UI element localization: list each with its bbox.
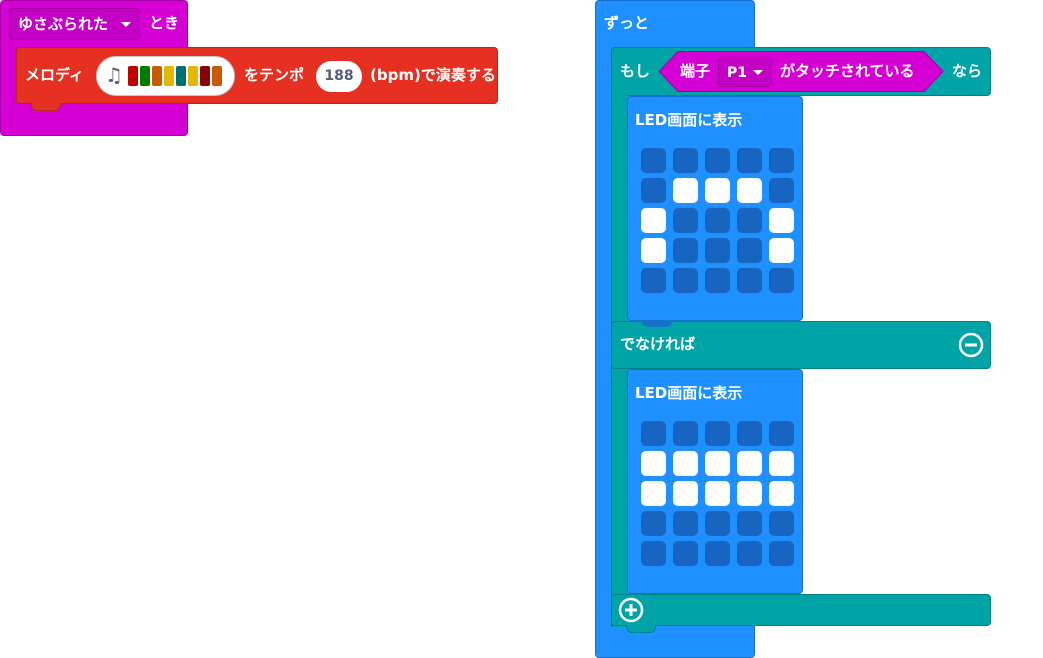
led-cell[interactable]: [673, 238, 698, 263]
melody-field[interactable]: ♫: [96, 56, 235, 96]
led-cell[interactable]: [641, 148, 666, 173]
tempo-input[interactable]: 188: [316, 61, 362, 92]
led-cell[interactable]: [705, 511, 730, 536]
led-cell[interactable]: [705, 451, 730, 476]
led-cell[interactable]: [673, 451, 698, 476]
if-else-footer-notch: [626, 625, 656, 633]
led-cell[interactable]: [769, 178, 794, 203]
melody-note: [176, 66, 186, 86]
led-cell[interactable]: [737, 481, 762, 506]
led-cell[interactable]: [641, 481, 666, 506]
plus-circle-icon[interactable]: [618, 597, 644, 623]
led-cell[interactable]: [705, 208, 730, 233]
if-else-footer: [611, 594, 991, 626]
led-cell[interactable]: [769, 148, 794, 173]
led-cell[interactable]: [641, 268, 666, 293]
tempo-label: をテンポ: [244, 66, 305, 84]
led-cell[interactable]: [737, 451, 762, 476]
led-cell[interactable]: [673, 421, 698, 446]
led-cell[interactable]: [769, 208, 794, 233]
melody-note: [140, 66, 150, 86]
led-cell[interactable]: [769, 481, 794, 506]
show-leds-label-if: LED画面に表示: [635, 111, 743, 129]
led-cell[interactable]: [673, 268, 698, 293]
led-cell[interactable]: [641, 541, 666, 566]
led-cell[interactable]: [737, 511, 762, 536]
melody-note: [128, 66, 138, 86]
led-cell[interactable]: [769, 511, 794, 536]
melody-prefix-label: メロディ: [25, 66, 84, 84]
led-cell[interactable]: [769, 421, 794, 446]
led-cell[interactable]: [737, 208, 762, 233]
led-cell[interactable]: [769, 541, 794, 566]
melody-note: [164, 66, 174, 86]
led-cell[interactable]: [769, 451, 794, 476]
show-leds-if-notch: [642, 321, 672, 327]
led-cell[interactable]: [737, 178, 762, 203]
led-cell[interactable]: [673, 208, 698, 233]
event-suffix-label: とき: [149, 14, 180, 32]
if-label: もし: [620, 62, 651, 80]
led-grid-if[interactable]: [641, 148, 801, 298]
led-cell[interactable]: [641, 421, 666, 446]
forever-label: ずっと: [604, 14, 650, 32]
led-cell[interactable]: [705, 268, 730, 293]
chevron-down-icon: [121, 22, 131, 27]
gesture-dropdown[interactable]: ゆさぶられた: [9, 8, 140, 40]
led-cell[interactable]: [705, 178, 730, 203]
pin-value: P1: [727, 65, 748, 81]
minus-circle-icon[interactable]: [958, 332, 984, 358]
led-cell[interactable]: [641, 238, 666, 263]
led-cell[interactable]: [737, 541, 762, 566]
condition-suffix-label: がタッチされている: [780, 62, 915, 80]
tempo-value: 188: [324, 68, 354, 84]
led-cell[interactable]: [737, 148, 762, 173]
melody-note: [152, 66, 162, 86]
led-cell[interactable]: [737, 421, 762, 446]
melody-suffix-label: (bpm)で演奏する: [370, 66, 496, 84]
melody-note: [188, 66, 198, 86]
led-cell[interactable]: [705, 541, 730, 566]
led-cell[interactable]: [769, 238, 794, 263]
led-cell[interactable]: [705, 238, 730, 263]
led-cell[interactable]: [705, 421, 730, 446]
led-cell[interactable]: [705, 148, 730, 173]
led-cell[interactable]: [641, 208, 666, 233]
led-cell[interactable]: [641, 451, 666, 476]
led-cell[interactable]: [641, 178, 666, 203]
led-cell[interactable]: [737, 268, 762, 293]
gesture-value: ゆさぶられた: [18, 15, 109, 33]
led-cell[interactable]: [769, 268, 794, 293]
music-note-icon: ♫: [105, 63, 123, 87]
show-leds-label-else: LED画面に表示: [635, 384, 743, 402]
led-cell[interactable]: [673, 541, 698, 566]
led-grid-else[interactable]: [641, 421, 801, 571]
then-label: なら: [952, 62, 983, 80]
led-cell[interactable]: [673, 178, 698, 203]
led-cell[interactable]: [673, 148, 698, 173]
melody-block-notch: [31, 103, 61, 111]
melody-note: [212, 66, 222, 86]
chevron-down-icon: [753, 70, 763, 75]
pin-dropdown[interactable]: P1: [718, 57, 772, 87]
led-cell[interactable]: [673, 481, 698, 506]
condition-prefix-label: 端子: [680, 62, 711, 80]
led-cell[interactable]: [673, 511, 698, 536]
led-cell[interactable]: [641, 511, 666, 536]
melody-note: [200, 66, 210, 86]
else-label: でなければ: [620, 335, 696, 353]
led-cell[interactable]: [705, 481, 730, 506]
led-cell[interactable]: [737, 238, 762, 263]
